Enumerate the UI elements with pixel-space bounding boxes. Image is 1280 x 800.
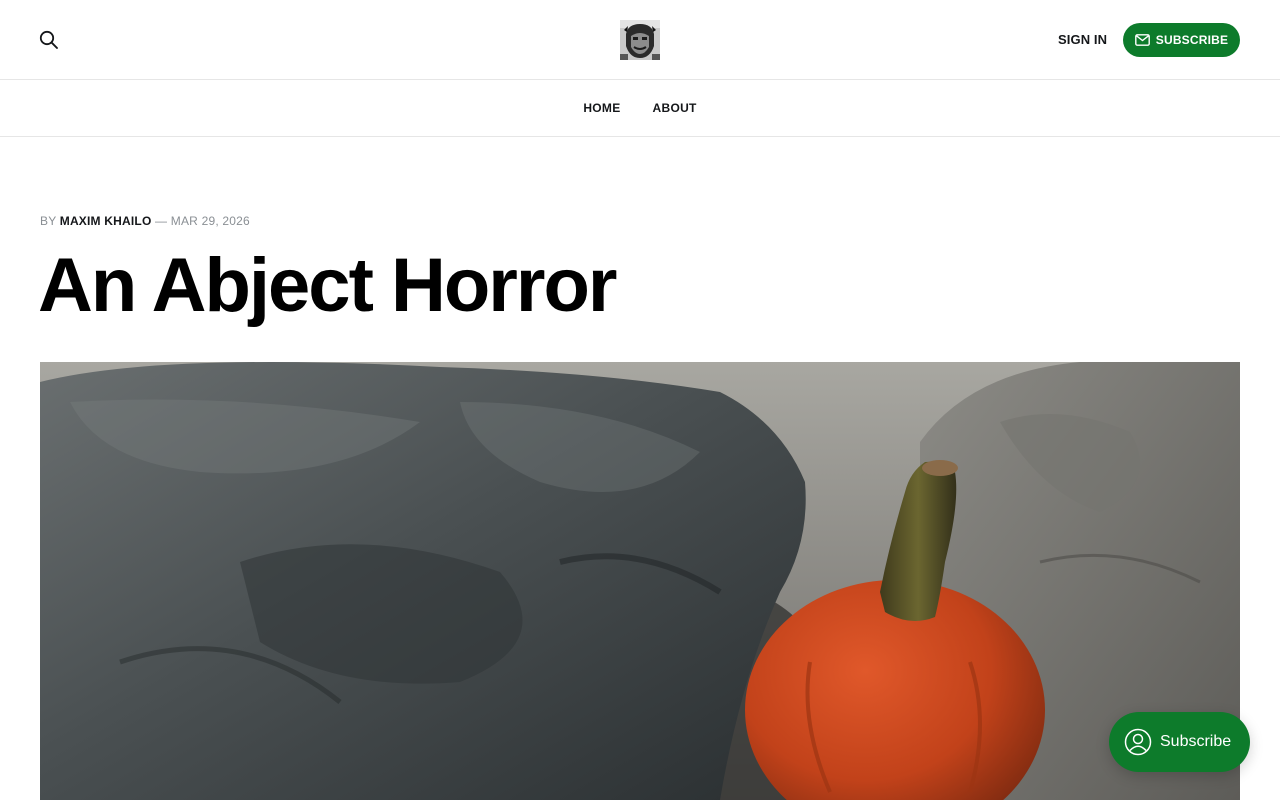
portal-subscribe-label: Subscribe [1160, 733, 1232, 750]
site-logo[interactable] [620, 20, 660, 60]
subscribe-label: SUBSCRIBE [1155, 33, 1229, 47]
sign-in-link[interactable]: SIGN IN [1046, 29, 1119, 51]
user-circle-icon [1124, 728, 1152, 756]
search-icon [39, 30, 58, 49]
nav-item-about[interactable]: ABOUT [653, 101, 697, 115]
portal-subscribe-button[interactable]: Subscribe [1109, 712, 1250, 772]
logo-image [620, 20, 660, 60]
subscribe-button[interactable]: SUBSCRIBE [1123, 23, 1240, 57]
site-header: SIGN IN SUBSCRIBE [0, 0, 1280, 80]
feature-image [40, 362, 1240, 800]
search-button[interactable] [38, 29, 60, 51]
nav-item-home[interactable]: HOME [583, 101, 620, 115]
pumpkin-rock-photo [40, 362, 1240, 800]
byline-separator: — [155, 214, 168, 228]
article-byline: BY MAXIM KHAILO — MAR 29, 2026 [40, 214, 250, 228]
article-title: An Abject Horror [38, 243, 617, 328]
author-link[interactable]: MAXIM KHAILO [60, 214, 152, 228]
mail-icon [1134, 34, 1150, 46]
main-nav: HOME ABOUT [0, 80, 1280, 137]
byline-prefix: BY [40, 214, 57, 228]
publish-date: MAR 29, 2026 [170, 214, 250, 228]
